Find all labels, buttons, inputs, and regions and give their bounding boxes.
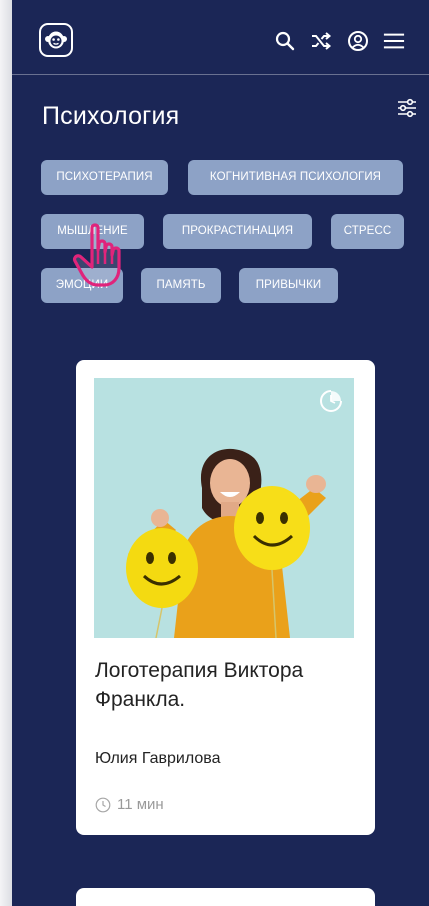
filter-sliders-icon[interactable]: [396, 97, 418, 119]
monkey-logo-icon[interactable]: [39, 23, 73, 57]
tag-cognitive-psychology[interactable]: КОГНИТИВНАЯ ПСИХОЛОГИЯ: [188, 160, 403, 195]
reading-time-badge-icon: [318, 388, 344, 414]
tag-memory[interactable]: ПАМЯТЬ: [141, 268, 221, 303]
tag-emotions[interactable]: ЭМОЦИИ: [41, 268, 123, 303]
search-icon[interactable]: [274, 30, 296, 52]
shuffle-icon[interactable]: [310, 30, 332, 52]
tag-stress[interactable]: СТРЕСС: [331, 214, 404, 249]
article-read-time: 11 мин: [95, 796, 164, 813]
top-bar: [12, 0, 429, 75]
article-title[interactable]: Логотерапия Виктора Франкла.: [95, 656, 360, 714]
article-card[interactable]: Логотерапия Виктора Франкла. Юлия Гаврил…: [76, 360, 375, 835]
article-image: [94, 378, 354, 638]
tag-procrastination[interactable]: ПРОКРАСТИНАЦИЯ: [163, 214, 312, 249]
tag-habits[interactable]: ПРИВЫЧКИ: [239, 268, 338, 303]
next-article-card[interactable]: [76, 888, 375, 906]
page-title: Психология: [42, 102, 180, 130]
article-author: Юлия Гаврилова: [95, 750, 221, 767]
tag-psychotherapy[interactable]: ПСИХОТЕРАПИЯ: [41, 160, 168, 195]
app-screen: Психология ПСИХОТЕРАПИЯ КОГНИТИВНАЯ ПСИХ…: [12, 0, 429, 906]
profile-icon[interactable]: [347, 30, 369, 52]
tag-thinking[interactable]: МЫШЛЕНИЕ: [41, 214, 144, 249]
read-time-label: 11 мин: [117, 796, 164, 813]
clock-icon: [95, 797, 111, 812]
menu-icon[interactable]: [383, 30, 407, 52]
page-edge: [0, 0, 12, 906]
